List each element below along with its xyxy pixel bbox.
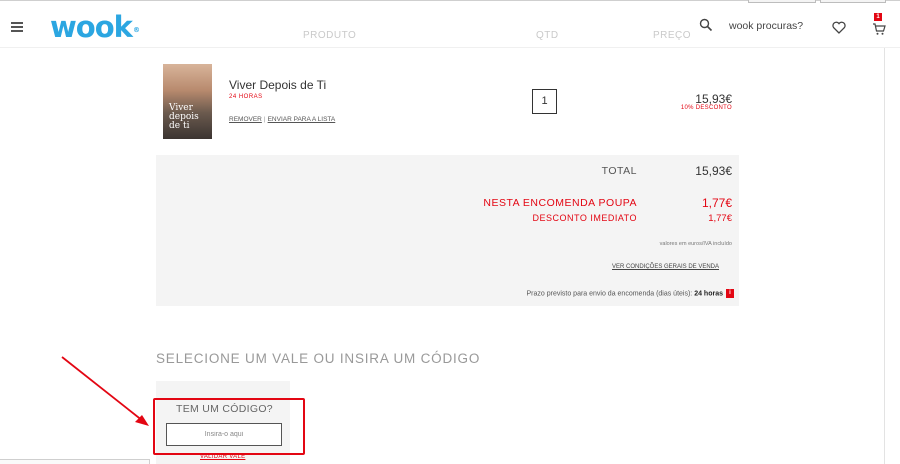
cart-item-row — [156, 52, 739, 154]
save-to-list-link[interactable]: ENVIAR PARA A LISTA — [268, 116, 336, 123]
instant-discount-value: 1,77€ — [708, 213, 732, 224]
instant-discount-label: DESCONTO IMEDIATO — [532, 213, 637, 223]
search-input[interactable]: wook procuras? — [729, 20, 803, 32]
column-header-qty: QTD — [536, 30, 559, 41]
logo-text: wook — [50, 10, 133, 44]
wook-logo[interactable]: wook® — [50, 10, 140, 44]
total-label: TOTAL — [601, 165, 637, 177]
delivery-estimate-time: 24 horas — [694, 290, 723, 298]
remove-item-link[interactable]: REMOVER — [229, 116, 262, 123]
info-icon[interactable]: i — [726, 289, 734, 298]
book-actions: REMOVER | ENVIAR PARA A LISTA — [229, 116, 336, 123]
vat-note: valores em euros/IVA incluído — [659, 241, 732, 247]
logo-mark: ® — [132, 26, 140, 34]
quantity-input[interactable]: 1 — [532, 89, 557, 114]
heart-icon[interactable] — [832, 21, 846, 34]
sale-conditions-link[interactable]: VER CONDIÇÕES GERAIS DE VENDA — [612, 264, 719, 270]
delivery-estimate: Prazo previsto para envio da encomenda (… — [526, 289, 734, 298]
site-header: wook® PRODUTO QTD PREÇO wook procuras? 1 — [0, 4, 900, 48]
annotation-highlight-box — [153, 398, 305, 455]
delivery-estimate-text: Prazo previsto para envio da encomenda (… — [526, 290, 693, 298]
cart-count-badge: 1 — [874, 13, 882, 21]
cart-icon[interactable] — [872, 22, 886, 36]
search-icon[interactable] — [699, 18, 713, 32]
annotation-arrow-icon — [61, 356, 149, 426]
savings-label: NESTA ENCOMENDA POUPA — [483, 197, 637, 209]
book-delivery-time: 24 HORAS — [229, 94, 263, 100]
bottom-status-bar — [0, 459, 150, 464]
item-discount: 10% DESCONTO — [680, 105, 732, 111]
scrollbar-track[interactable] — [884, 48, 885, 464]
menu-icon[interactable] — [11, 22, 23, 32]
column-header-product: PRODUTO — [303, 30, 357, 41]
top-tab-right[interactable] — [820, 0, 886, 3]
top-tab-left[interactable] — [748, 0, 816, 3]
column-header-price: PREÇO — [653, 30, 692, 41]
book-title[interactable]: Viver Depois de Ti — [229, 78, 326, 92]
book-cover-image[interactable]: Viver depois de ti — [163, 64, 212, 139]
voucher-section-title: SELECIONE UM VALE OU INSIRA UM CÓDIGO — [156, 351, 481, 366]
savings-value: 1,77€ — [701, 196, 732, 210]
book-cover-text: Viver depois de ti — [169, 103, 199, 131]
item-price: 15,93€ — [695, 92, 732, 106]
order-summary — [156, 155, 739, 306]
total-value: 15,93€ — [695, 164, 732, 178]
